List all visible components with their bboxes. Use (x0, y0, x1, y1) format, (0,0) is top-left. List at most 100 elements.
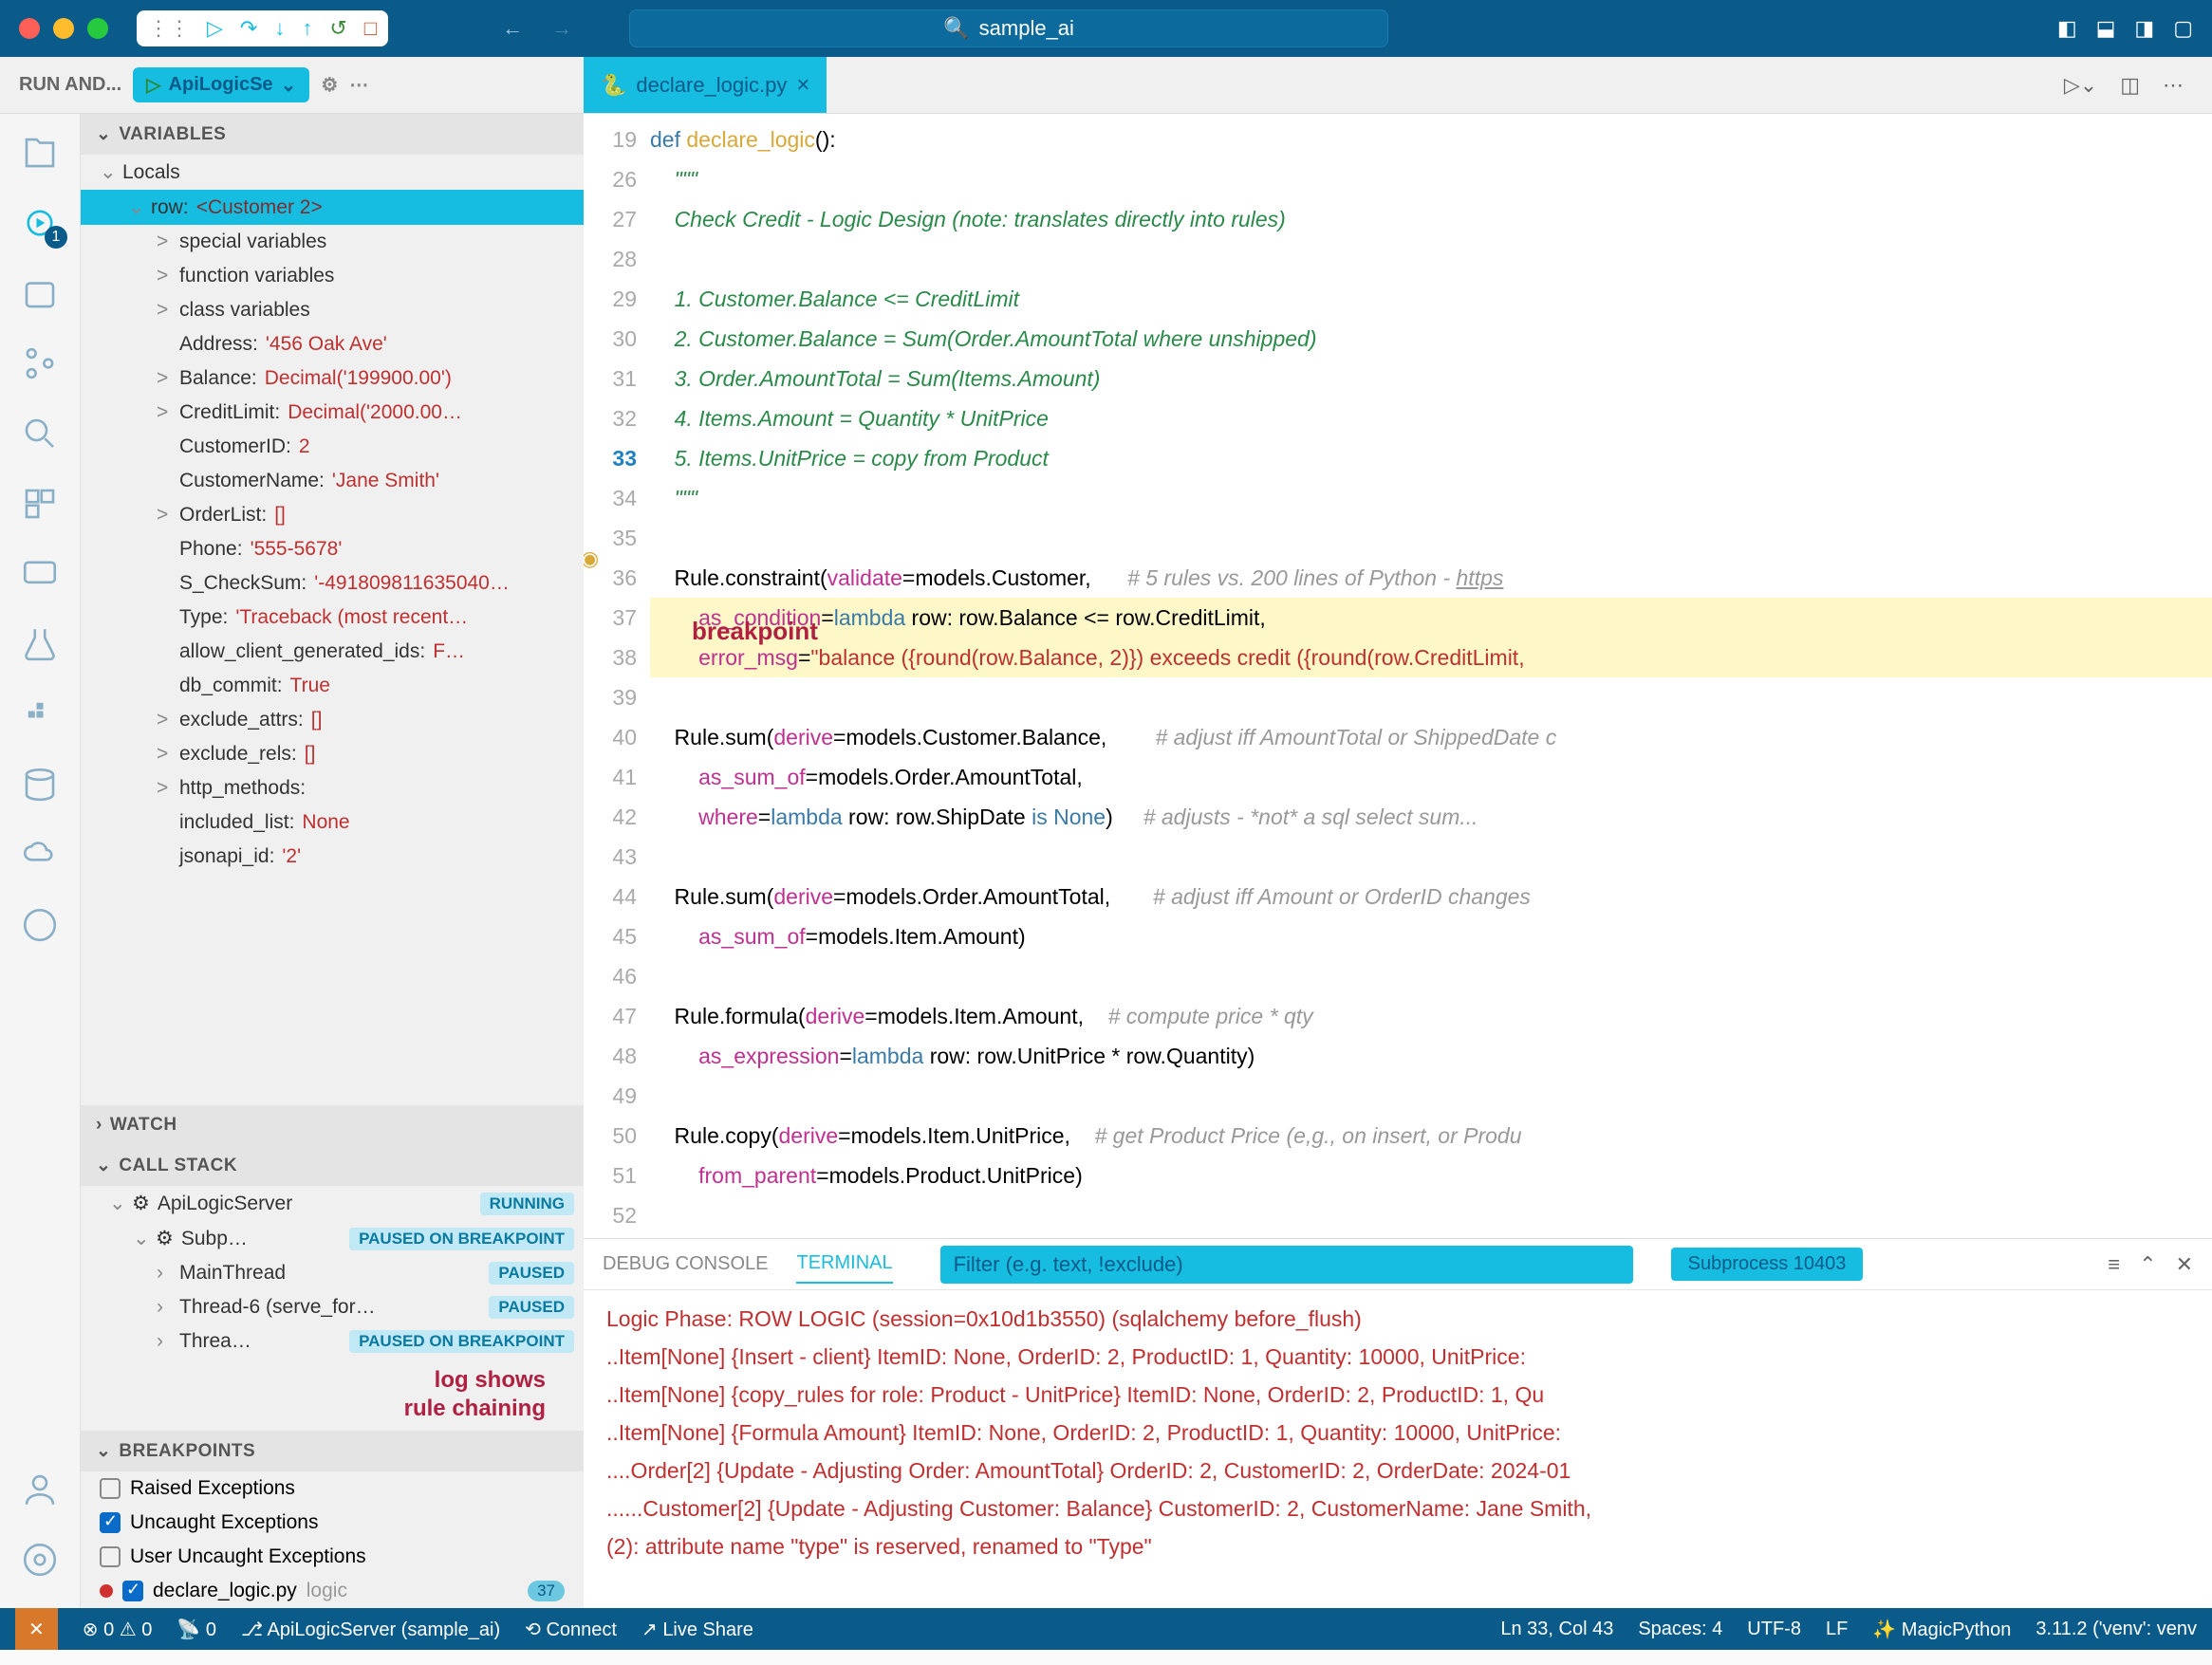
variable-row[interactable]: >exclude_rels: [] (81, 737, 584, 771)
editor: ◉ 19262728293031323334353637383940414243… (584, 114, 2212, 1608)
variable-row[interactable]: >class variables (81, 293, 584, 327)
search-icon[interactable] (20, 414, 60, 453)
run-icon[interactable]: ▷⌄ (2064, 73, 2097, 98)
maximize-window[interactable] (87, 18, 108, 39)
variable-row[interactable]: Type: 'Traceback (most recent… (81, 601, 584, 635)
debug-badge: 1 (45, 226, 67, 249)
nav-forward-icon[interactable]: → (551, 16, 572, 41)
code-text[interactable]: def declare_logic(): """ Check Credit - … (650, 114, 2212, 1238)
variables-header[interactable]: ⌄VARIABLES (81, 114, 584, 155)
panel-bottom-icon[interactable]: ⬓ (2096, 16, 2116, 41)
tab-terminal[interactable]: TERMINAL (796, 1245, 892, 1284)
explorer-icon[interactable] (20, 133, 60, 173)
variable-row[interactable]: jsonapi_id: '2' (81, 840, 584, 874)
nav-back-icon[interactable]: ← (502, 16, 523, 41)
account-icon[interactable] (20, 1470, 60, 1509)
layout-icon[interactable]: ▢ (2173, 16, 2193, 41)
python-env[interactable]: 3.11.2 ('venv': venv (2035, 1619, 2197, 1640)
language-mode[interactable]: ✨ MagicPython (1872, 1618, 2011, 1641)
callstack-thread[interactable]: ›Threa…PAUSED ON BREAKPOINT (81, 1324, 584, 1359)
panel-right-icon[interactable]: ◨ (2134, 16, 2154, 41)
command-center[interactable]: 🔍 sample_ai (629, 9, 1388, 47)
list-icon[interactable]: ≡ (2108, 1252, 2120, 1277)
variable-row[interactable]: >CreditLimit: Decimal('2000.00… (81, 396, 584, 430)
callstack-header[interactable]: ⌄CALL STACK (81, 1145, 584, 1186)
database-icon[interactable] (20, 765, 60, 805)
variable-row[interactable]: Phone: '555-5678' (81, 532, 584, 566)
callstack-subprocess[interactable]: ⌄⚙ Subp…PAUSED ON BREAKPOINT (81, 1221, 584, 1256)
variable-row[interactable]: >Balance: Decimal('199900.00') (81, 361, 584, 396)
watch-header[interactable]: ›WATCH (81, 1105, 584, 1145)
continue-icon[interactable]: ▷ (207, 16, 223, 41)
editor-tab[interactable]: 🐍 declare_logic.py × (584, 57, 827, 113)
variable-row[interactable]: CustomerID: 2 (81, 430, 584, 464)
encoding[interactable]: UTF-8 (1747, 1619, 1801, 1640)
bp-user-uncaught[interactable]: User Uncaught Exceptions (81, 1540, 584, 1574)
stop-icon[interactable]: □ (364, 16, 377, 41)
locals-header[interactable]: ⌄Locals (81, 155, 584, 190)
errors-count[interactable]: ⊗ 0 ⚠ 0 (83, 1618, 153, 1641)
remote-icon[interactable] (20, 554, 60, 594)
git-branch[interactable]: ⎇ ApiLogicServer (sample_ai) (241, 1618, 500, 1641)
launch-config-dropdown[interactable]: ▷ ApiLogicSe ⌄ (133, 67, 309, 102)
variable-row[interactable]: allow_client_generated_ids: F… (81, 635, 584, 669)
extensions-icon[interactable] (20, 484, 60, 524)
project-icon[interactable] (20, 273, 60, 313)
variable-row[interactable]: >special variables (81, 225, 584, 259)
bp-raised[interactable]: Raised Exceptions (81, 1471, 584, 1506)
drag-handle-icon[interactable]: ⋮⋮ (148, 16, 190, 41)
close-panel-icon[interactable]: ✕ (2176, 1252, 2193, 1277)
callstack-thread[interactable]: ›MainThreadPAUSED (81, 1256, 584, 1290)
spaces[interactable]: Spaces: 4 (1638, 1619, 1722, 1640)
callstack-process[interactable]: ⌄⚙ ApiLogicServerRUNNING (81, 1186, 584, 1221)
step-over-icon[interactable]: ↷ (240, 16, 257, 41)
docker-icon[interactable] (20, 694, 60, 734)
restart-icon[interactable]: ↺ (329, 16, 346, 41)
variable-row[interactable]: >OrderList: [] (81, 498, 584, 532)
settings-icon[interactable] (20, 1540, 60, 1580)
more-icon[interactable]: ⋯ (349, 73, 368, 97)
tab-filename: declare_logic.py (636, 73, 787, 98)
step-into-icon[interactable]: ↓ (274, 16, 285, 41)
close-window[interactable] (19, 18, 40, 39)
variable-row[interactable]: db_commit: True (81, 669, 584, 703)
step-out-icon[interactable]: ↑ (302, 16, 312, 41)
chevron-up-icon[interactable]: ⌃ (2139, 1252, 2156, 1277)
terminal-output[interactable]: Logic Phase: ROW LOGIC (session=0x10d1b3… (584, 1290, 2212, 1608)
breakpoint-marker-icon[interactable]: ◉ (584, 546, 599, 571)
cloud-icon[interactable] (20, 835, 60, 875)
gear-icon[interactable]: ⚙ (321, 73, 338, 97)
minimize-window[interactable] (53, 18, 74, 39)
run-debug-label: RUN AND... (19, 74, 121, 96)
connect[interactable]: ⟲ Connect (525, 1618, 617, 1641)
panel-left-icon[interactable]: ◧ (2057, 16, 2077, 41)
bp-file[interactable]: declare_logic.py logic37 (81, 1574, 584, 1608)
source-control-icon[interactable] (20, 343, 60, 383)
testing-icon[interactable] (20, 624, 60, 664)
code-area[interactable]: ◉ 19262728293031323334353637383940414243… (584, 114, 2212, 1238)
variable-row[interactable]: >function variables (81, 259, 584, 293)
remote-indicator[interactable]: ✕ (15, 1608, 58, 1650)
more-icon[interactable]: ⋯ (2163, 73, 2184, 98)
github-icon[interactable] (20, 905, 60, 945)
bp-uncaught[interactable]: Uncaught Exceptions (81, 1506, 584, 1540)
live-share[interactable]: ↗ Live Share (641, 1618, 753, 1641)
variable-row[interactable]: Address: '456 Oak Ave' (81, 327, 584, 361)
tab-debug-console[interactable]: DEBUG CONSOLE (603, 1246, 768, 1283)
variable-row[interactable]: >http_methods: (81, 771, 584, 805)
split-icon[interactable]: ◫ (2120, 73, 2140, 98)
variable-row[interactable]: S_CheckSum: '-491809811635040… (81, 566, 584, 601)
variable-row[interactable]: >exclude_attrs: [] (81, 703, 584, 737)
ports[interactable]: 📡 0 (177, 1618, 216, 1641)
variable-row-selected[interactable]: ⌄row: <Customer 2> (81, 190, 584, 225)
callstack-thread[interactable]: ›Thread-6 (serve_for…PAUSED (81, 1290, 584, 1324)
close-icon[interactable]: × (796, 72, 809, 99)
cursor-pos[interactable]: Ln 33, Col 43 (1500, 1619, 1613, 1640)
eol[interactable]: LF (1826, 1619, 1848, 1640)
variable-row[interactable]: included_list: None (81, 805, 584, 840)
breakpoints-header[interactable]: ⌄BREAKPOINTS (81, 1431, 584, 1471)
variable-row[interactable]: CustomerName: 'Jane Smith' (81, 464, 584, 498)
subprocess-badge[interactable]: Subprocess 10403 (1671, 1248, 1864, 1281)
debug-icon[interactable]: 1 (20, 203, 60, 243)
filter-input[interactable]: Filter (e.g. text, !exclude) (940, 1246, 1633, 1284)
